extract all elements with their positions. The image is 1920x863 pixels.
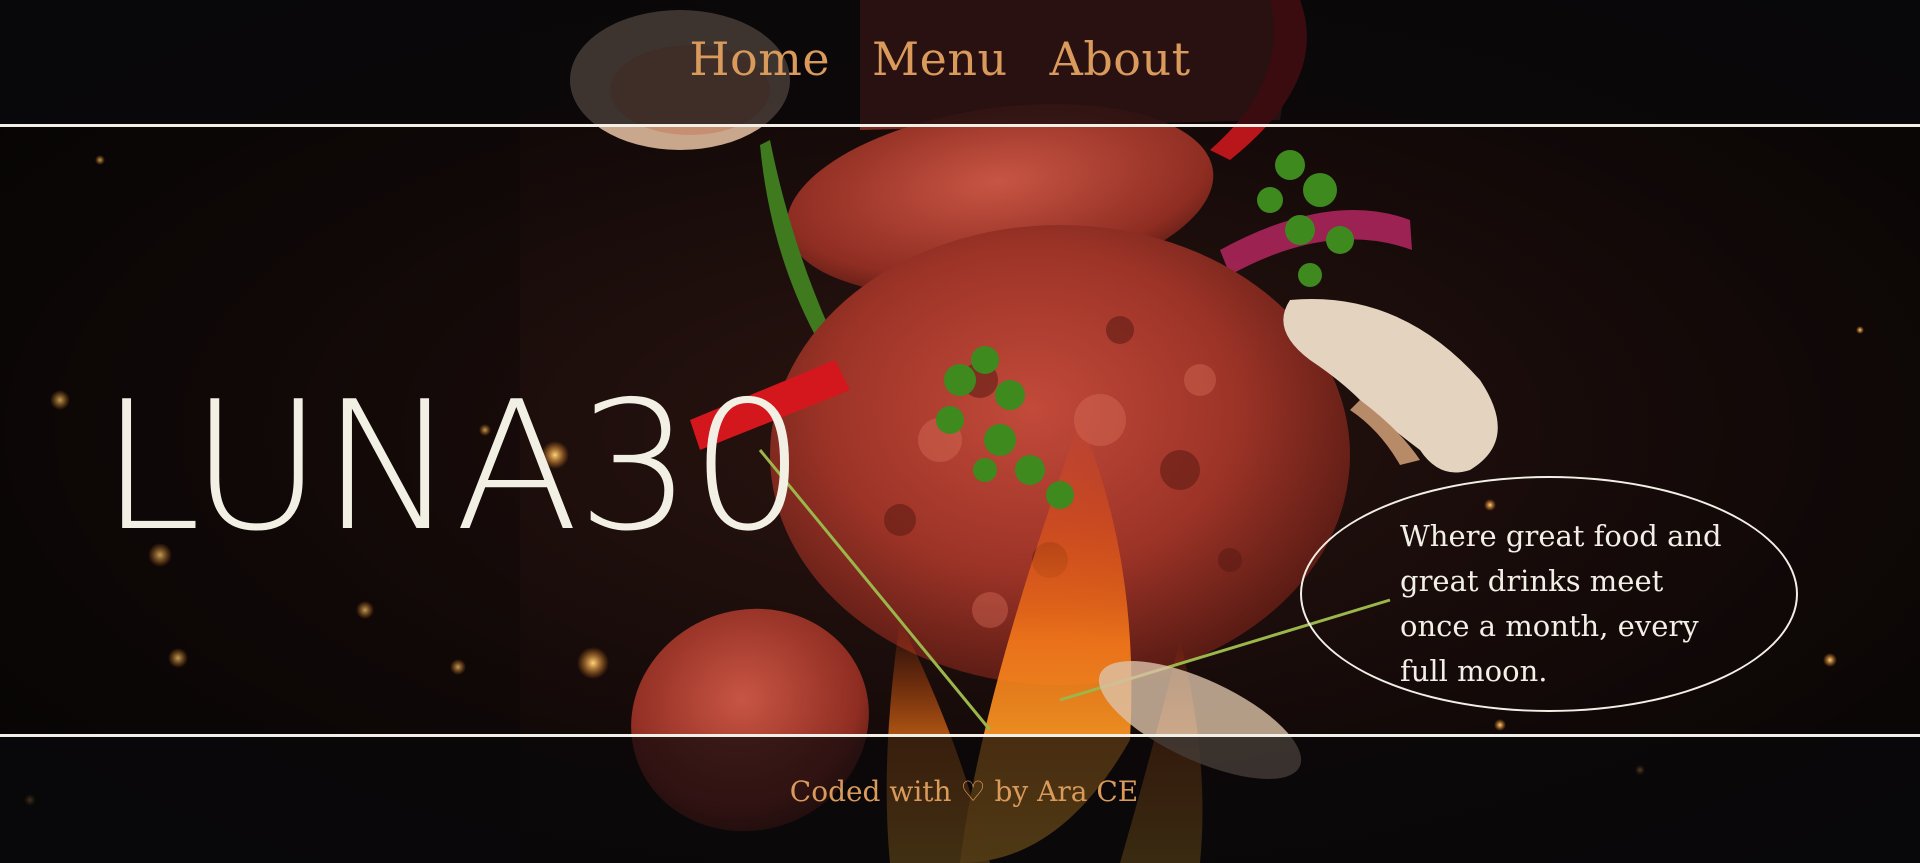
site-header: Home Menu About (0, 0, 1920, 127)
footer-credit: Coded with ♡ by Ara CE (789, 775, 1139, 808)
site-footer: Coded with ♡ by Ara CE (0, 734, 1920, 863)
brand-title: LUNA30 (100, 363, 806, 571)
nav-link-menu[interactable]: Menu (872, 28, 1008, 90)
tagline-text: Where great food and great drinks meet o… (1400, 519, 1722, 688)
main-nav: Home Menu About (0, 28, 1920, 90)
nav-link-about[interactable]: About (1050, 28, 1191, 90)
nav-link-home[interactable]: Home (689, 28, 830, 90)
